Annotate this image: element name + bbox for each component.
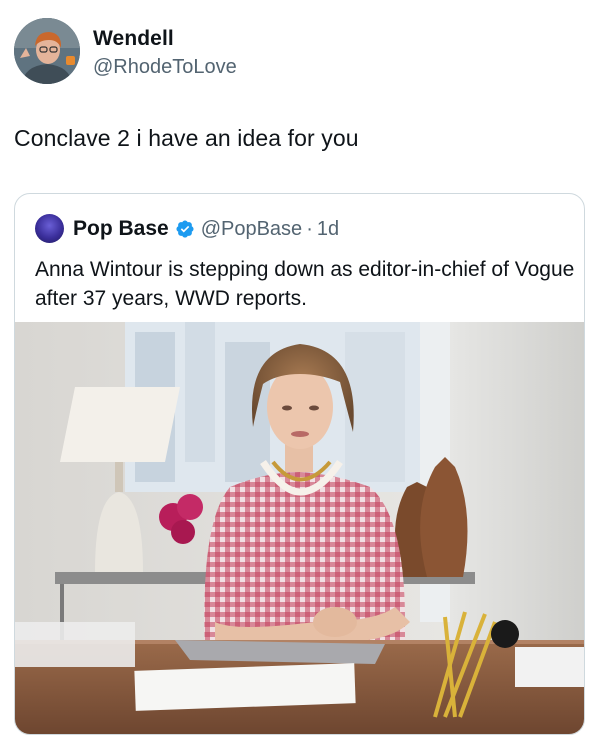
verified-badge-icon (176, 220, 194, 238)
quoted-author-handle[interactable]: @PopBase (201, 218, 302, 241)
quoted-author-name[interactable]: Pop Base (73, 217, 169, 241)
author-handle[interactable]: @RhodeToLove (93, 56, 237, 79)
quoted-author-avatar[interactable] (35, 214, 64, 243)
author-avatar[interactable] (14, 18, 80, 84)
quoted-tweet-photo[interactable] (15, 322, 584, 734)
profile-photo (14, 18, 80, 84)
quoted-tweet-time[interactable]: 1d (317, 218, 339, 241)
quoted-tweet-header: Pop Base @PopBase · 1d (73, 216, 339, 242)
quoted-tweet-card[interactable]: Pop Base @PopBase · 1d Anna Wintour is s… (14, 193, 585, 735)
tweet-text: Conclave 2 i have an idea for you (14, 125, 359, 151)
quoted-tweet-text: Anna Wintour is stepping down as editor-… (35, 258, 575, 310)
author-name[interactable]: Wendell (93, 27, 174, 51)
separator-dot: · (306, 217, 313, 240)
photo-woman-at-desk (15, 322, 584, 734)
